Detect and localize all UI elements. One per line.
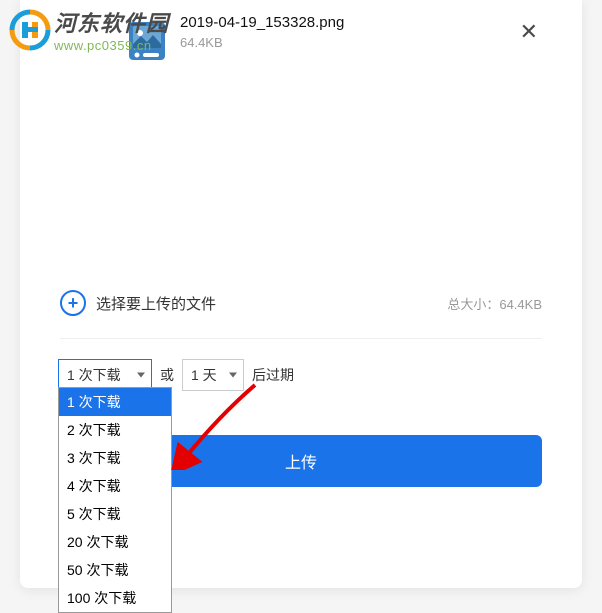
watermark-text: 河东软件园 www.pc0359.cn xyxy=(54,6,169,53)
or-text: 或 xyxy=(160,365,174,385)
download-count-dropdown: 1 次下载 2 次下载 3 次下载 4 次下载 5 次下载 20 次下载 50 … xyxy=(58,387,172,613)
dropdown-option[interactable]: 2 次下载 xyxy=(59,416,171,444)
file-info: 2019-04-19_153328.png 64.4KB xyxy=(180,14,512,50)
site-name: 河东软件园 xyxy=(54,6,169,38)
dropdown-option[interactable]: 4 次下载 xyxy=(59,472,171,500)
total-size-label: 总大小： xyxy=(447,297,499,312)
remove-file-button[interactable]: ✕ xyxy=(512,15,546,49)
days-select[interactable]: 1 天 xyxy=(182,359,244,391)
chevron-down-icon xyxy=(229,373,237,378)
file-size: 64.4KB xyxy=(180,35,512,50)
add-file-button[interactable]: + 选择要上传的文件 xyxy=(60,290,216,316)
dropdown-option[interactable]: 1 次下载 xyxy=(59,388,171,416)
days-value: 1 天 xyxy=(191,367,217,383)
site-url: www.pc0359.cn xyxy=(54,38,169,53)
dropdown-option[interactable]: 3 次下载 xyxy=(59,444,171,472)
watermark-logo xyxy=(8,8,52,52)
dropdown-option[interactable]: 50 次下载 xyxy=(59,556,171,584)
plus-icon: + xyxy=(60,290,86,316)
total-size: 总大小：64.4KB xyxy=(447,294,542,313)
file-name: 2019-04-19_153328.png xyxy=(180,14,512,31)
upload-card: 2019-04-19_153328.png 64.4KB ✕ + 选择要上传的文… xyxy=(20,0,582,588)
chevron-down-icon xyxy=(137,373,145,378)
download-count-value: 1 次下载 xyxy=(67,367,121,383)
expiry-options: 1 次下载 或 1 天 后过期 1 次下载 2 次下载 3 次下载 4 次下载 … xyxy=(20,339,582,407)
dropdown-option[interactable]: 20 次下载 xyxy=(59,528,171,556)
after-expire-text: 后过期 xyxy=(252,365,294,385)
add-file-row: + 选择要上传的文件 总大小：64.4KB xyxy=(20,272,582,338)
total-size-value: 64.4KB xyxy=(499,297,542,312)
dropdown-option[interactable]: 5 次下载 xyxy=(59,500,171,528)
add-file-label: 选择要上传的文件 xyxy=(96,293,216,314)
